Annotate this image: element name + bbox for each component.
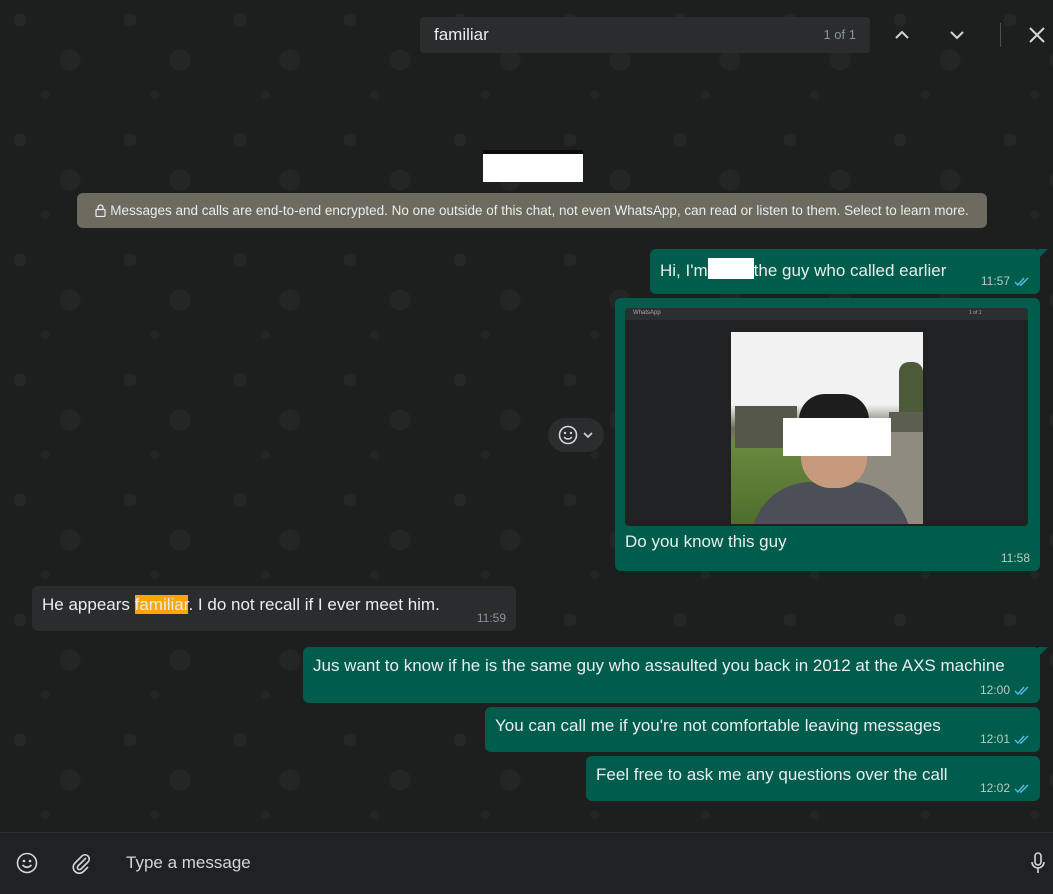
search-next-button[interactable]: [941, 19, 973, 51]
image-window-bar: WhatsApp 1 of 1: [625, 308, 1028, 320]
message-meta: 11:59: [477, 611, 506, 625]
message-time: 11:59: [476, 611, 506, 625]
message-input[interactable]: [112, 845, 992, 881]
message-text-part: Hi, I'm: [660, 261, 708, 280]
chevron-down-icon: [950, 31, 964, 40]
smiley-icon: [558, 425, 578, 445]
image-message-bubble[interactable]: WhatsApp 1 of 1 Do you know this guy 11:…: [615, 298, 1040, 571]
message-time: 11:58: [1000, 551, 1030, 565]
emoji-button[interactable]: [11, 847, 43, 879]
image-window-title: WhatsApp: [633, 310, 661, 316]
chat-background: 1 of 1 Messages and calls are end-to-end…: [0, 0, 1053, 832]
message-bubble-outgoing[interactable]: Hi, I'm the guy who called earlier 11:57: [650, 249, 1048, 294]
message-time: 12:01: [979, 732, 1010, 746]
voice-message-button[interactable]: [1022, 847, 1053, 879]
search-match-highlight: familiar: [134, 595, 189, 614]
double-check-icon: [1014, 276, 1030, 287]
bubble-tail: [1038, 249, 1048, 259]
message-text: You can call me if you're not comfortabl…: [495, 716, 941, 735]
message-meta: 12:00: [980, 683, 1030, 697]
redacted-name: [707, 258, 754, 279]
paperclip-icon: [72, 853, 91, 874]
message-text-part: . I do not recall if I ever meet him.: [188, 595, 440, 614]
encryption-notice[interactable]: Messages and calls are end-to-end encryp…: [77, 193, 987, 228]
message-bubble-outgoing[interactable]: Feel free to ask me any questions over t…: [586, 756, 1040, 801]
double-check-icon: [1014, 783, 1030, 794]
double-check-icon: [1014, 685, 1030, 696]
redacted-contact-label: [483, 150, 583, 182]
redacted-face: [783, 418, 891, 456]
message-meta: 11:57: [981, 274, 1030, 288]
message-composer: [0, 832, 1053, 894]
message-meta: 11:58: [1001, 551, 1030, 565]
double-check-icon: [1014, 734, 1030, 745]
lock-icon: [95, 204, 106, 217]
message-text-part: the guy who called earlier: [753, 261, 947, 280]
search-input[interactable]: [434, 17, 794, 53]
microphone-icon: [1031, 852, 1045, 873]
message-search-bar: 1 of 1: [0, 0, 1053, 72]
message-bubble-incoming[interactable]: He appears familiar. I do not recall if …: [32, 586, 516, 631]
search-result-count: 1 of 1: [823, 27, 856, 42]
message-bubble-outgoing[interactable]: You can call me if you're not comfortabl…: [485, 707, 1040, 752]
image-toolbar-text: 1 of 1: [969, 310, 982, 316]
search-divider: [1000, 23, 1001, 47]
message-text: Hi, I'm the guy who called earlier: [660, 258, 946, 281]
message-time: 12:00: [979, 683, 1010, 697]
smiley-icon: [16, 852, 38, 874]
chevron-up-icon: [895, 30, 909, 39]
message-meta: 12:02: [980, 781, 1030, 795]
search-previous-button[interactable]: [886, 19, 918, 51]
message-text-part: He appears: [42, 595, 135, 614]
reaction-button[interactable]: [548, 418, 604, 452]
encryption-notice-text: Messages and calls are end-to-end encryp…: [110, 203, 969, 218]
photo: [731, 332, 923, 524]
attach-button[interactable]: [65, 847, 97, 879]
message-text: He appears familiar. I do not recall if …: [42, 595, 440, 615]
bubble-tail: [1038, 647, 1048, 657]
message-bubble-outgoing[interactable]: Jus want to know if he is the same guy w…: [303, 647, 1048, 703]
close-search-button[interactable]: [1021, 19, 1053, 51]
image-attachment[interactable]: WhatsApp 1 of 1: [625, 308, 1028, 526]
message-time: 12:02: [979, 781, 1010, 795]
chevron-down-icon: [583, 432, 593, 439]
message-meta: 12:01: [980, 732, 1030, 746]
image-caption: Do you know this guy: [625, 532, 787, 551]
message-time: 11:57: [980, 274, 1010, 288]
search-field[interactable]: 1 of 1: [420, 17, 870, 53]
close-icon: [1029, 27, 1045, 43]
message-text: Feel free to ask me any questions over t…: [596, 765, 948, 784]
message-text: Jus want to know if he is the same guy w…: [313, 656, 1005, 675]
